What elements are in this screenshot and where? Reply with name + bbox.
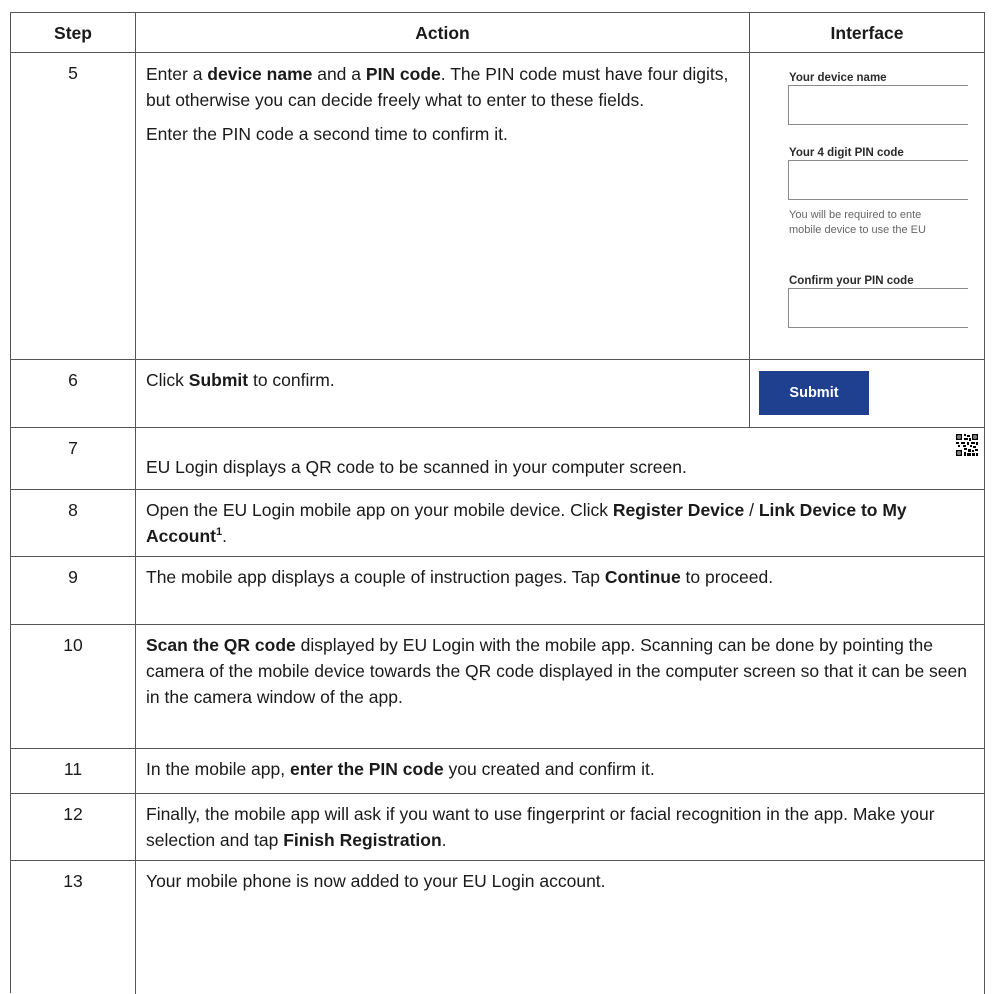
interface-cell: Submit xyxy=(750,360,985,428)
step-action: In the mobile app, enter the PIN code yo… xyxy=(136,749,985,794)
qr-code-icon xyxy=(956,434,978,456)
action-text: Enter a device name and a PIN code. The … xyxy=(146,64,729,110)
action-text: Your mobile phone is now added to your E… xyxy=(146,871,606,891)
action-text: EU Login displays a QR code to be scanne… xyxy=(146,457,687,477)
action-text: Open the EU Login mobile app on your mob… xyxy=(146,500,907,546)
step-number: 10 xyxy=(11,625,136,749)
header-action: Action xyxy=(136,13,750,53)
action-text: In the mobile app, enter the PIN code yo… xyxy=(146,759,655,779)
action-text: Click Submit to confirm. xyxy=(146,370,335,390)
step-number: 11 xyxy=(11,749,136,794)
header-step: Step xyxy=(11,13,136,53)
step-number: 9 xyxy=(11,557,136,625)
step-action: Your mobile phone is now added to your E… xyxy=(136,861,985,994)
step-action: Open the EU Login mobile app on your mob… xyxy=(136,490,985,557)
header-interface: Interface xyxy=(750,13,985,53)
pin-form-screenshot: Your device name Your 4 digit PIN code Y… xyxy=(750,53,968,359)
action-text: Finally, the mobile app will ask if you … xyxy=(146,804,935,850)
pin-help-line: You will be required to ente xyxy=(789,209,922,221)
action-text: Enter the PIN code a second time to conf… xyxy=(146,124,508,144)
step-action: Enter a device name and a PIN code. The … xyxy=(136,53,750,360)
step-number: 5 xyxy=(11,53,136,360)
step-number: 7 xyxy=(11,428,136,490)
confirm-pin-field[interactable] xyxy=(788,288,968,328)
submit-button[interactable]: Submit xyxy=(759,371,869,415)
step-action: EU Login displays a QR code to be scanne… xyxy=(136,428,985,490)
action-text: The mobile app displays a couple of inst… xyxy=(146,567,774,587)
step-action: The mobile app displays a couple of inst… xyxy=(136,557,985,625)
table-frame: Step Action Interface 5 Enter a device n… xyxy=(10,12,985,994)
device-name-field[interactable] xyxy=(788,85,968,125)
step-number: 13 xyxy=(11,861,136,994)
step-action: Click Submit to confirm. xyxy=(136,360,750,428)
step-number: 8 xyxy=(11,490,136,557)
step-number: 12 xyxy=(11,794,136,861)
interface-cell: Your device name Your 4 digit PIN code Y… xyxy=(750,53,985,360)
pin-help-line: mobile device to use the EU xyxy=(789,224,926,236)
pin-field[interactable] xyxy=(788,160,968,200)
action-text: Scan the QR code displayed by EU Login w… xyxy=(146,635,968,707)
step-action: Scan the QR code displayed by EU Login w… xyxy=(136,625,985,749)
step-action: Finally, the mobile app will ask if you … xyxy=(136,794,985,861)
step-number: 6 xyxy=(11,360,136,428)
